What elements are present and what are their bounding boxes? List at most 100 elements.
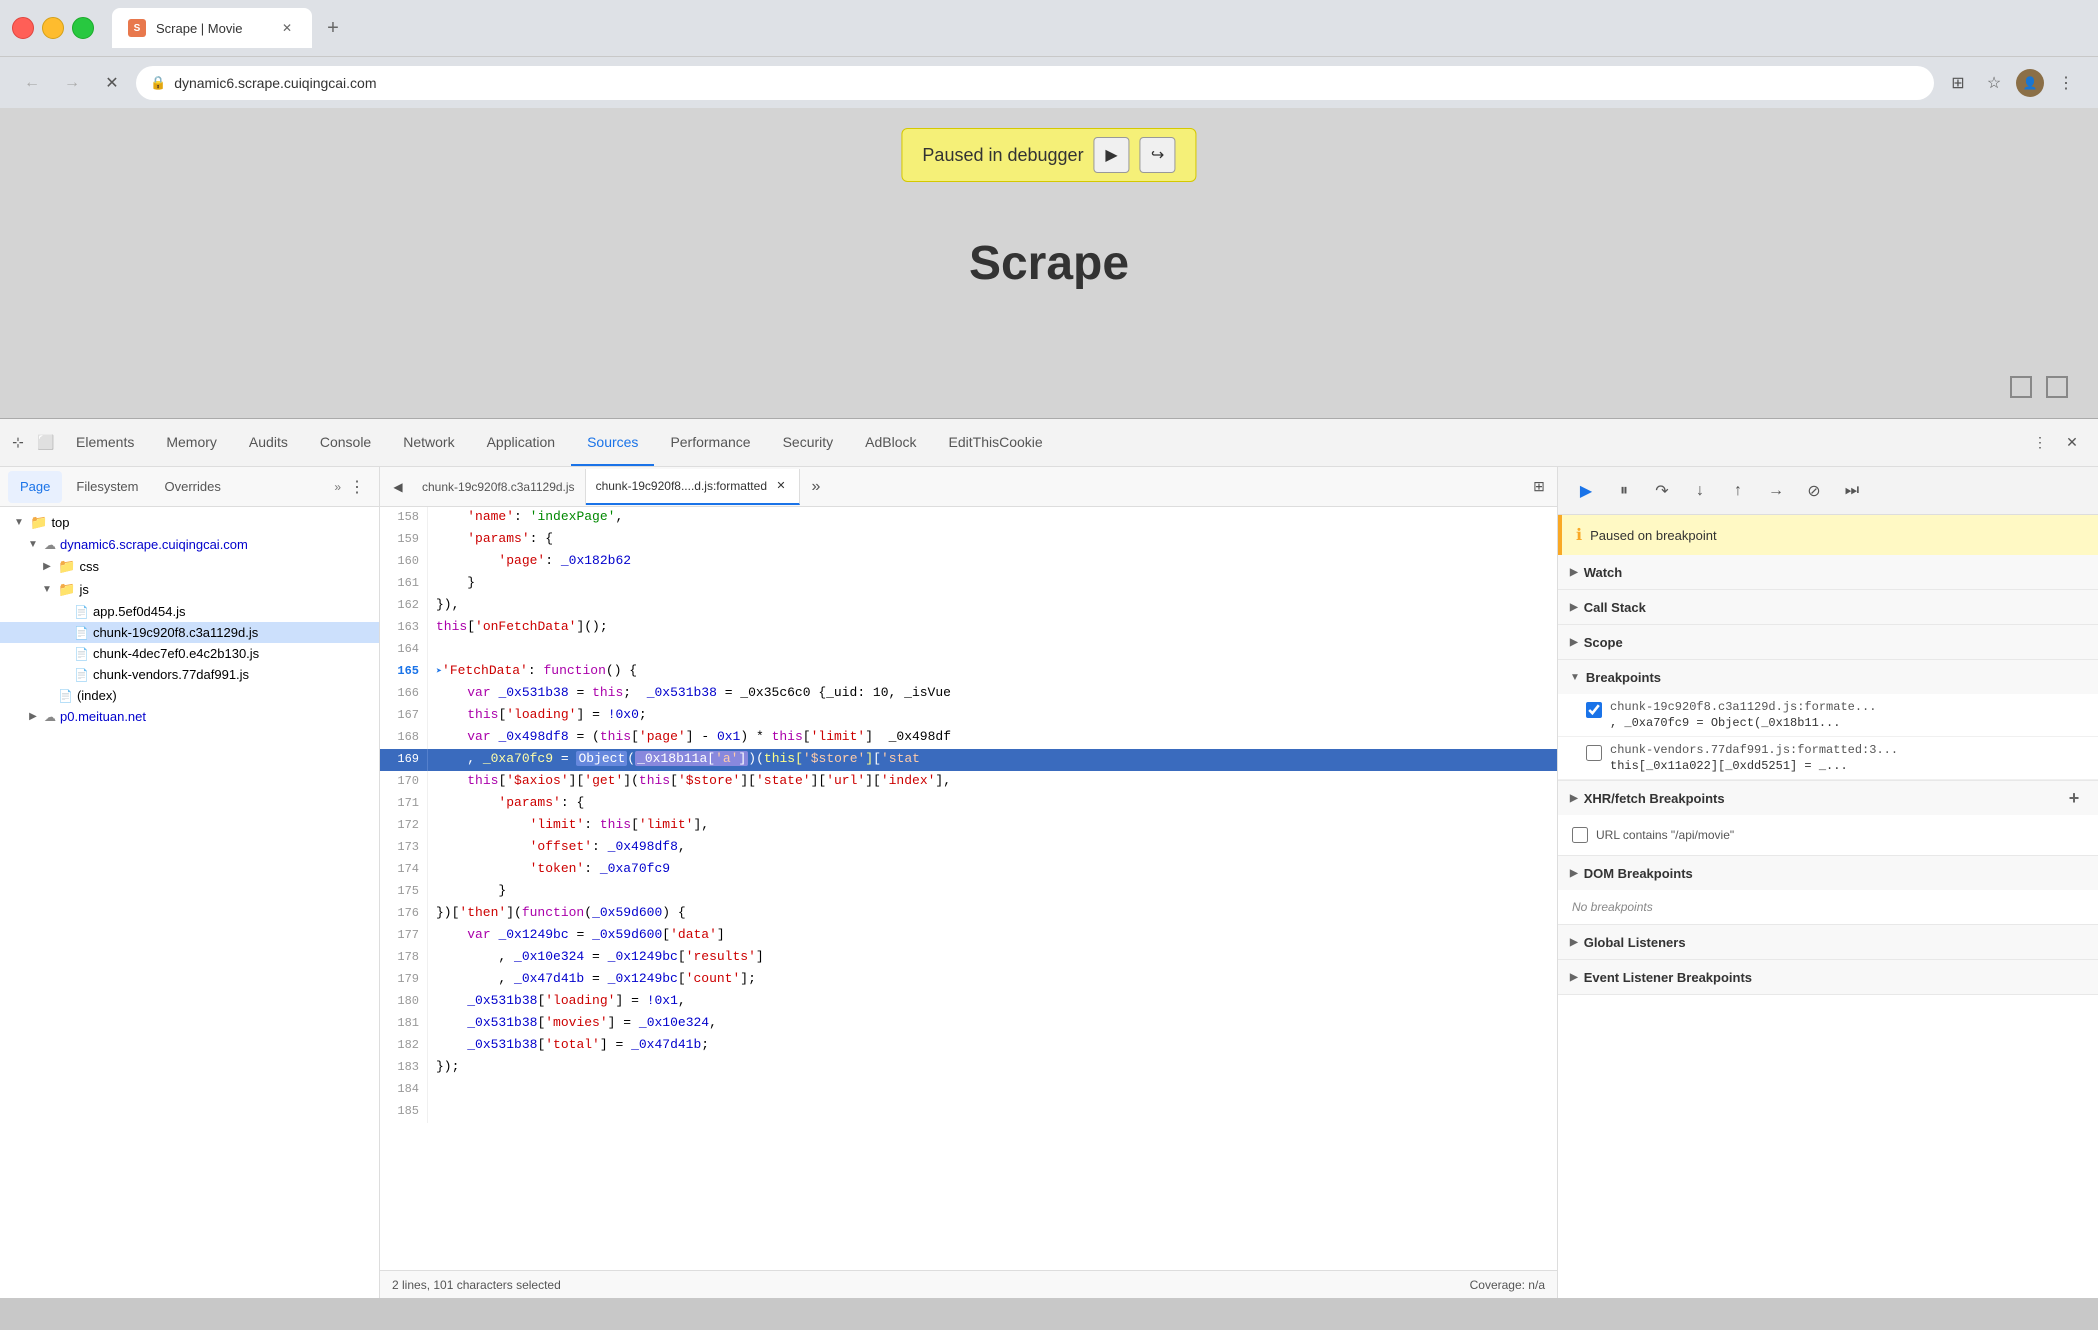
dom-breakpoints-header[interactable]: ▶ DOM Breakpoints [1558, 856, 2098, 890]
tree-item-js[interactable]: ▼ 📁 js [0, 578, 379, 601]
file-tab-page[interactable]: Page [8, 471, 62, 503]
tree-item-chunk-vendors[interactable]: ▶ 📄 chunk-vendors.77daf991.js [0, 664, 379, 685]
tab-performance[interactable]: Performance [654, 419, 766, 466]
tab-sources[interactable]: Sources [571, 419, 654, 466]
line-num-160: 160 [380, 551, 428, 573]
tab-elements[interactable]: Elements [60, 419, 150, 466]
code-tab-more[interactable]: » [802, 473, 830, 501]
menu-button[interactable]: ⋮ [2050, 67, 2082, 99]
tree-arrow-top: ▼ [12, 516, 26, 530]
minimize-button[interactable] [42, 17, 64, 39]
file-tree: ▼ 📁 top ▼ ☁ dynamic6.scrape.cuiqingcai.c… [0, 507, 379, 1298]
code-action-btn-1[interactable]: ⊞ [1525, 473, 1553, 501]
xhr-breakpoints-header[interactable]: ▶ XHR/fetch Breakpoints + [1558, 781, 2098, 815]
select-element-button[interactable]: ⊹ [4, 429, 32, 457]
line-content-172: 'limit': this['limit'], [428, 815, 1557, 837]
address-bar[interactable]: 🔒 dynamic6.scrape.cuiqingcai.com [136, 66, 1934, 100]
step-debug-button[interactable]: → [1760, 475, 1792, 507]
tab-editthiscookie[interactable]: EditThisCookie [933, 419, 1059, 466]
tab-network[interactable]: Network [387, 419, 470, 466]
code-line-159: 159 'params': { [380, 529, 1557, 551]
watch-header[interactable]: ▶ Watch [1558, 555, 2098, 589]
file-tab-more[interactable]: » [334, 480, 341, 494]
deactivate-breakpoints-button[interactable]: ⊘ [1798, 475, 1830, 507]
breakpoint-2-checkbox[interactable] [1586, 745, 1602, 761]
tab-memory[interactable]: Memory [150, 419, 233, 466]
breakpoint-1-checkbox[interactable] [1586, 702, 1602, 718]
tree-item-css[interactable]: ▶ 📁 css [0, 555, 379, 578]
new-tab-button[interactable]: + [316, 11, 350, 45]
file-tab-overrides[interactable]: Overrides [153, 471, 233, 503]
forward-button[interactable]: → [56, 67, 88, 99]
callstack-header[interactable]: ▶ Call Stack [1558, 590, 2098, 624]
watch-arrow: ▶ [1570, 567, 1578, 578]
line-num-185: 185 [380, 1101, 428, 1123]
code-tab-2[interactable]: chunk-19c920f8....d.js:formatted ✕ [586, 469, 800, 505]
file-panel-menu[interactable]: ⋮ [343, 473, 371, 501]
global-listeners-header[interactable]: ▶ Global Listeners [1558, 925, 2098, 959]
scope-label: Scope [1584, 635, 1623, 650]
tab-audits[interactable]: Audits [233, 419, 304, 466]
tab-close-button[interactable]: ✕ [278, 19, 296, 37]
tree-label-css: css [79, 559, 371, 574]
line-num-164: 164 [380, 639, 428, 661]
line-content-184 [428, 1079, 1557, 1101]
tree-item-chunk-19[interactable]: ▶ 📄 chunk-19c920f8.c3a1129d.js [0, 622, 379, 643]
traffic-lights [12, 17, 94, 39]
breakpoints-header[interactable]: ▼ Breakpoints [1558, 660, 2098, 694]
tree-item-top[interactable]: ▼ 📁 top [0, 511, 379, 534]
bookmark-button[interactable]: ☆ [1978, 67, 2010, 99]
tree-label-chunk-vendors: chunk-vendors.77daf991.js [93, 667, 371, 682]
xhr-add-button[interactable]: + [2062, 786, 2086, 810]
watch-section: ▶ Watch [1558, 555, 2098, 590]
event-listener-header[interactable]: ▶ Event Listener Breakpoints [1558, 960, 2098, 994]
debugger-banner: Paused in debugger ▶ ↪ [901, 128, 1196, 182]
tree-item-domain[interactable]: ▼ ☁ dynamic6.scrape.cuiqingcai.com [0, 534, 379, 555]
pause-debug-button[interactable]: ⏸ [1608, 475, 1640, 507]
browser-tab[interactable]: S Scrape | Movie ✕ [112, 8, 312, 48]
tab-adblock[interactable]: AdBlock [849, 419, 932, 466]
devtools-close-button[interactable]: ✕ [2058, 429, 2086, 457]
line-num-177: 177 [380, 925, 428, 947]
step-into-debug-button[interactable]: ↓ [1684, 475, 1716, 507]
tab-application[interactable]: Application [471, 419, 572, 466]
translate-button[interactable]: ⊞ [1942, 67, 1974, 99]
line-num-162: 162 [380, 595, 428, 617]
maximize-button[interactable] [72, 17, 94, 39]
profile-button[interactable]: 👤 [2014, 67, 2046, 99]
code-content[interactable]: 158 'name': 'indexPage', 159 'params': {… [380, 507, 1557, 1270]
resume-debug-button[interactable]: ▶ [1570, 475, 1602, 507]
xhr-checkbox-1[interactable] [1572, 827, 1588, 843]
code-tab-1[interactable]: chunk-19c920f8.c3a1129d.js [412, 469, 586, 505]
code-tab-1-label: chunk-19c920f8.c3a1129d.js [422, 480, 575, 494]
device-toolbar-button[interactable]: ⬜ [32, 429, 60, 457]
code-tab-nav-left[interactable]: ◀ [384, 473, 412, 501]
back-button[interactable]: ← [16, 67, 48, 99]
step-over-button[interactable]: ↪ [1140, 137, 1176, 173]
resume-button[interactable]: ▶ [1094, 137, 1130, 173]
code-tab-2-close[interactable]: ✕ [773, 478, 789, 494]
tree-item-index[interactable]: ▶ 📄 (index) [0, 685, 379, 706]
tab-security[interactable]: Security [767, 419, 850, 466]
devtools-more-button[interactable]: ⋮ [2026, 429, 2054, 457]
step-out-debug-button[interactable]: ↑ [1722, 475, 1754, 507]
tree-item-chunk-4dec[interactable]: ▶ 📄 chunk-4dec7ef0.e4c2b130.js [0, 643, 379, 664]
line-num-158: 158 [380, 507, 428, 529]
dont-pause-button[interactable]: ⏭ [1836, 475, 1868, 507]
callstack-section: ▶ Call Stack [1558, 590, 2098, 625]
tree-item-p0[interactable]: ▶ ☁ p0.meituan.net [0, 706, 379, 727]
scope-header[interactable]: ▶ Scope [1558, 625, 2098, 659]
no-breakpoints-text: No breakpoints [1558, 890, 2098, 924]
tab-console[interactable]: Console [304, 419, 387, 466]
code-line-171: 171 'params': { [380, 793, 1557, 815]
close-button[interactable] [12, 17, 34, 39]
reload-button[interactable]: ✕ [96, 67, 128, 99]
cloud-icon-2: ☁ [44, 710, 56, 724]
folder-icon: 📁 [30, 514, 47, 531]
code-line-168: 168 var _0x498df8 = (this['page'] - 0x1)… [380, 727, 1557, 749]
file-tab-filesystem[interactable]: Filesystem [64, 471, 150, 503]
tree-item-app-js[interactable]: ▶ 📄 app.5ef0d454.js [0, 601, 379, 622]
step-over-debug-button[interactable]: ↷ [1646, 475, 1678, 507]
browser-window: S Scrape | Movie ✕ + ← → ✕ 🔒 dynamic6.sc… [0, 0, 2098, 1330]
line-content-166: var _0x531b38 = this; _0x531b38 = _0x35c… [428, 683, 1557, 705]
